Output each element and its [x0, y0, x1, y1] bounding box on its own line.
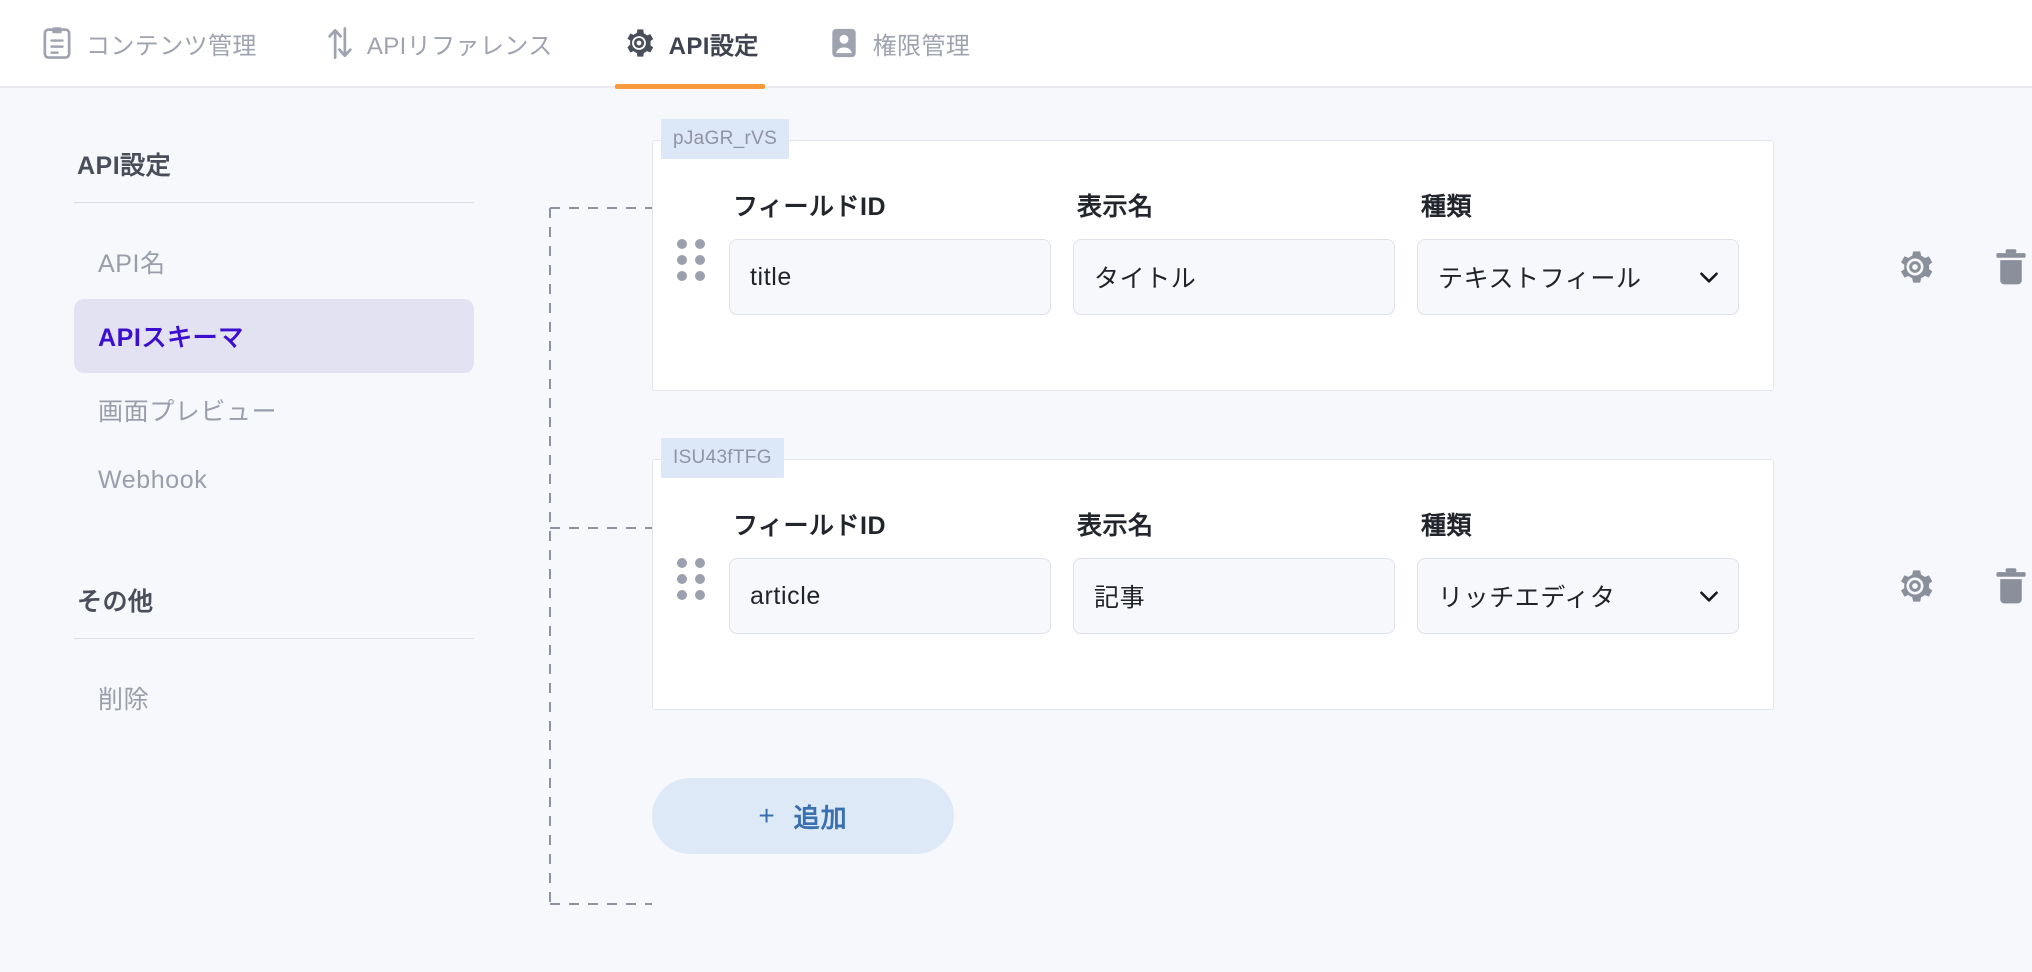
field-id-input[interactable]: title [729, 239, 1051, 315]
gear-icon [1895, 569, 1935, 609]
clipboard-icon [42, 26, 72, 60]
add-field-button[interactable]: + 追加 [652, 778, 954, 854]
field-settings-button[interactable] [1895, 566, 1935, 606]
sidebar-section-heading: API設定 [77, 152, 172, 180]
kind-select[interactable]: リッチエディタ [1417, 558, 1739, 634]
field-card-actions [1775, 460, 2029, 711]
field-card-actions [1775, 141, 2029, 392]
chevron-down-icon [1696, 264, 1722, 290]
column-field-id: フィールドID article [729, 506, 1051, 634]
plus-icon: + [758, 800, 776, 831]
tab-api-settings[interactable]: API設定 [614, 0, 793, 89]
column-header-display-name: 表示名 [1077, 193, 1154, 221]
kind-select-value: リッチエディタ [1438, 584, 1616, 612]
column-header-field-id: フィールドID [733, 512, 887, 540]
gear-icon [623, 27, 655, 59]
page-body: API設定 API名 APIスキーマ 画面プレビュー Webhook その他 削… [0, 88, 2032, 972]
column-field-id: フィールドID title [729, 187, 1051, 315]
tab-label: APIリファレンス [366, 32, 553, 60]
kind-select[interactable]: テキストフィール [1417, 239, 1739, 315]
field-id-badge: ISU43fTFG [661, 438, 784, 478]
column-header-field-id: フィールドID [733, 193, 887, 221]
tab-api-reference[interactable]: APIリファレンス [319, 0, 587, 87]
tab-label: コンテンツ管理 [86, 32, 257, 60]
tab-label: 権限管理 [872, 32, 971, 60]
field-card: ISU43fTFG フィールドID article 表示名 記事 種類 リッチエ… [652, 438, 2026, 710]
kind-select-value: テキストフィール [1438, 265, 1642, 293]
sort-arrows-icon [327, 26, 353, 60]
user-badge-icon [829, 27, 859, 59]
add-field-label: 追加 [793, 802, 848, 833]
sidebar: API設定 API名 APIスキーマ 画面プレビュー Webhook その他 削… [0, 88, 474, 972]
top-tab-bar: コンテンツ管理 APIリファレンス API設定 権限管理 [0, 0, 2032, 89]
sidebar-section-heading: その他 [77, 588, 154, 616]
tab-content-management[interactable]: コンテンツ管理 [34, 0, 291, 87]
trash-icon [1993, 567, 2029, 609]
field-id-input[interactable]: article [729, 558, 1051, 634]
column-display-name: 表示名 タイトル [1073, 187, 1395, 315]
sidebar-section-other: その他 削除 [74, 582, 474, 735]
sidebar-item-api-name[interactable]: API名 [74, 225, 474, 299]
column-header-kind: 種類 [1421, 512, 1473, 540]
trash-icon [1993, 248, 2029, 290]
schema-editor: pJaGR_rVS フィールドID title 表示名 タイトル 種類 テキスト… [470, 88, 2032, 972]
field-card-list: pJaGR_rVS フィールドID title 表示名 タイトル 種類 テキスト… [652, 119, 2026, 710]
drag-handle-icon[interactable] [653, 187, 729, 315]
sidebar-section-api-settings: API設定 API名 APIスキーマ 画面プレビュー Webhook [74, 146, 474, 514]
column-header-display-name: 表示名 [1077, 512, 1154, 540]
field-delete-button[interactable] [1993, 247, 2029, 287]
display-name-input[interactable]: タイトル [1073, 239, 1395, 315]
column-header-kind: 種類 [1421, 193, 1473, 221]
chevron-down-icon [1696, 583, 1722, 609]
gear-icon [1895, 250, 1935, 290]
display-name-input[interactable]: 記事 [1073, 558, 1395, 634]
column-kind: 種類 リッチエディタ [1417, 506, 1739, 634]
column-kind: 種類 テキストフィール [1417, 187, 1739, 315]
field-card: pJaGR_rVS フィールドID title 表示名 タイトル 種類 テキスト… [652, 119, 2026, 391]
column-display-name: 表示名 記事 [1073, 506, 1395, 634]
field-delete-button[interactable] [1993, 566, 2029, 606]
tab-permissions[interactable]: 権限管理 [821, 0, 1005, 87]
sidebar-item-webhook[interactable]: Webhook [74, 447, 474, 514]
sidebar-item-api-schema[interactable]: APIスキーマ [74, 299, 474, 373]
drag-handle-icon[interactable] [653, 506, 729, 634]
sidebar-item-screen-preview[interactable]: 画面プレビュー [74, 373, 474, 447]
divider [74, 638, 474, 639]
field-settings-button[interactable] [1895, 247, 1935, 287]
sidebar-item-delete[interactable]: 削除 [74, 661, 474, 735]
tab-label: API設定 [668, 32, 759, 60]
field-id-badge: pJaGR_rVS [661, 119, 790, 159]
divider [74, 202, 474, 203]
